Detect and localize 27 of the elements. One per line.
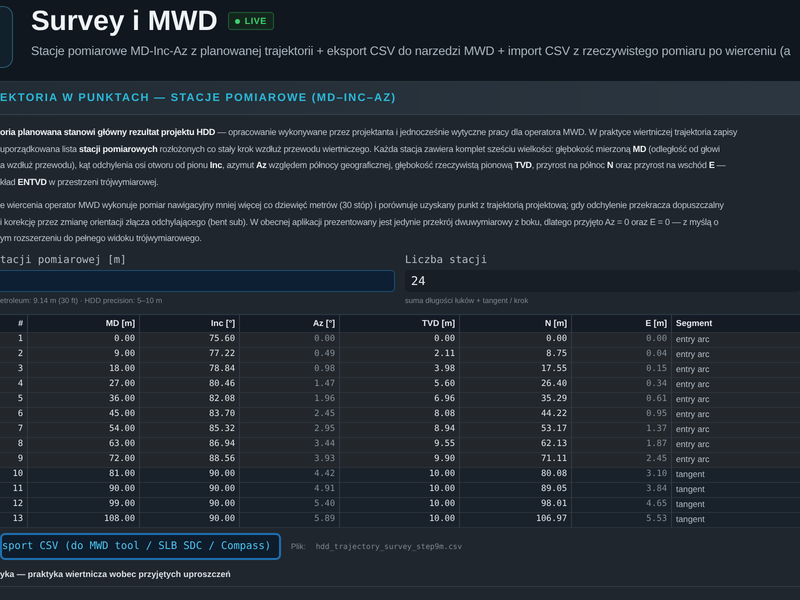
input-field[interactable]	[0, 270, 395, 292]
section-heading: yka — praktyka wiertnicza wobec przyjętych uproszczeń	[0, 568, 800, 586]
table-cell: 106.97	[460, 512, 572, 528]
paragraph-line: oria planowana stanowi główny rezultat projektu HDD — opracowanie wykonywane przez projektanta i jednocześnie wytyczne pracy dla operatora MWD. W praktyce wiertniczej trajektoria zapisy	[0, 126, 738, 139]
input-field[interactable]: 24	[405, 270, 800, 292]
paragraph-line: kład ENTVD w przestrzeni trójwymiarowej.	[0, 176, 160, 189]
badge-label: LIVE	[244, 16, 267, 26]
table-cell: 10.00	[340, 512, 460, 528]
page-subtitle: Stacje pomiarowe MD-Inc-Az z planowanej trajektorii + eksport CSV do narzedzi MWD + import CSV z rzeczywistego pomiaru po wierceniu (a	[31, 44, 790, 58]
table-cell: tangent	[672, 512, 800, 528]
field-label: tacji pomiarowej [m]	[0, 254, 128, 266]
paragraph-line: e wiercenia operator MWD wykonuje pomiar nawigacyjny mniej więcej co dziewięć metrów (30 stóp) i porównuje uzyskany punkt z trajektorią projektową; gdy odchylenie przekracza dopuszczalny	[0, 199, 725, 212]
paragraph-line: ym rozszerzeniu do pełnego widoku trójwymiarowego.	[0, 232, 203, 245]
page-title: Survey i MWD	[31, 4, 218, 38]
paragraph-line: i korekcję przez zmianę orientacji złącza odchylającego (bent sub). W obecnej aplikacji prezentowany jest jedynie przekrój dwuwymiarowy z boku, dlatego przyjęto Az = 0 oraz E = 0 — z myślą o	[0, 216, 720, 229]
field-label: Liczba stacji	[405, 254, 488, 266]
table-cell: 90.00	[140, 512, 240, 528]
table-cell: 5.89	[240, 512, 340, 528]
section-title: EKTORIA W PUNKTACH — STACJE POMIAROWE (MD–INC–AZ)	[0, 92, 396, 104]
table-cell: 13	[0, 512, 28, 528]
paragraph-line: uporządkowana lista stacji pomiarowych rozłożonych co stały krok wzdłuż przewodu wiertniczego. Każda stacja zawiera komplet sześciu wielkości: głębokość mierzoną MD (odległość od głowi	[0, 142, 721, 156]
logo-icon	[0, 6, 13, 68]
table-cell: 108.00	[28, 512, 140, 528]
export-csv-button[interactable]: sport CSV (do MWD tool / SLB SDC / Compass)	[0, 532, 281, 560]
paragraph-line: a wzdłuż przewodu), kąt odchylenia osi otworu od pionu Inc, azymut Az względem północy geograficznej, głębokość rzeczywistą pionową TVD, przyrost na północ N oraz przyrost na wschód E —	[0, 159, 727, 172]
live-dot-icon	[234, 18, 240, 24]
table-cell: 5.53	[572, 512, 672, 528]
